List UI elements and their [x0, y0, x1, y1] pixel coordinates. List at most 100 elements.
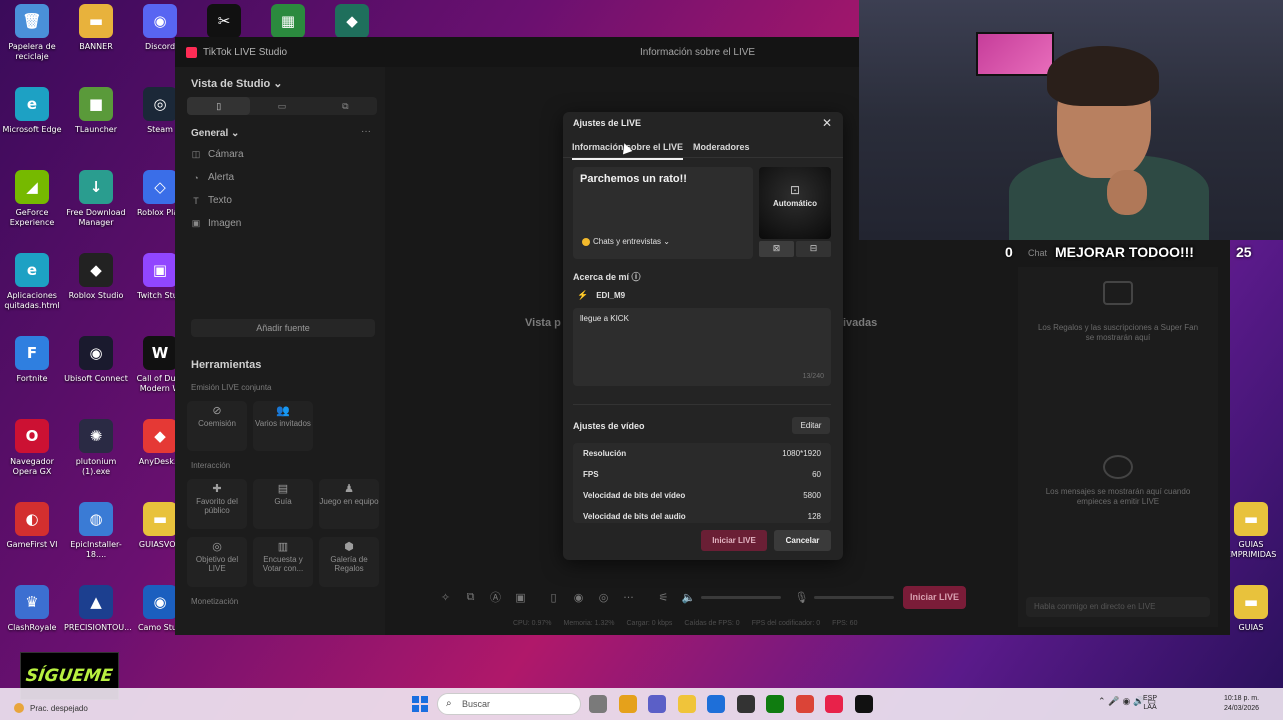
split-layout-icon[interactable]: ⧉	[314, 97, 377, 115]
weather-widget[interactable]: Prac. despejado	[14, 703, 88, 713]
studio-controls-bar: ✧ ⧉ Ⓐ ▣ ▯ ◉ ◎ ··· ⚟ 🔈 🎙	[433, 582, 973, 612]
desktop-icon-label: Free Download Manager	[66, 208, 126, 227]
desktop-icon[interactable]: ◆ Roblox Studio	[64, 253, 128, 301]
tool-tile[interactable]: 👥 Varios invitados	[253, 401, 313, 451]
modal-start-live-button[interactable]: Iniciar LIVE	[701, 530, 767, 551]
clock[interactable]: 10:18 p. m. 24/03/2026	[1224, 694, 1259, 714]
taskbar-app-icon[interactable]	[677, 695, 696, 713]
desktop-icon[interactable]: ↓ Free Download Manager	[64, 170, 128, 228]
ai-icon[interactable]: Ⓐ	[483, 589, 508, 605]
taskbar-app-icon[interactable]	[618, 695, 637, 713]
layout-toggle[interactable]: ▯ ▭ ⧉	[187, 97, 377, 115]
desktop-icon[interactable]: F Fortnite	[0, 336, 64, 384]
chat-bubble-icon	[1103, 455, 1133, 479]
portrait-layout-icon[interactable]: ▯	[187, 97, 251, 115]
taskbar-app-icon[interactable]	[648, 695, 666, 713]
desktop-icon-label: Fortnite	[16, 374, 48, 383]
effects-icon[interactable]: ⧉	[458, 590, 483, 604]
start-live-button[interactable]: Iniciar LIVE	[903, 586, 966, 609]
cover-image[interactable]: ⊡ Automático	[759, 167, 831, 239]
camera-settings-icon[interactable]: ◎	[591, 591, 616, 604]
app-icon: ◉	[79, 336, 113, 370]
desktop-icon[interactable]: 🗑 Papelera de reciclaje	[0, 4, 64, 62]
mixer-icon[interactable]: ⚟	[651, 591, 676, 604]
taskbar-app-icon[interactable]	[736, 695, 755, 713]
windows-start-icon[interactable]	[412, 696, 428, 712]
magic-icon[interactable]: ✧	[433, 591, 458, 604]
close-icon[interactable]: ✕	[819, 115, 835, 131]
desktop-icon[interactable]: ✺ plutonium (1).exe	[64, 419, 128, 477]
webcam-overlay	[859, 0, 1283, 240]
general-section-toggle[interactable]: General ⌄	[191, 128, 239, 139]
auto-cover-icon[interactable]: ⊠	[759, 241, 794, 257]
desktop-icon[interactable]: ▲ PRECISIONTOU...	[64, 585, 132, 633]
app-icon: O	[15, 419, 49, 453]
live-title-field[interactable]: Parchemos un rato!! Chats y entrevistas …	[573, 167, 753, 259]
desktop-icon-label: Papelera de reciclaje	[8, 42, 56, 61]
desktop-icon[interactable]: ♛ ClashRoyale	[0, 585, 64, 633]
desktop-icon[interactable]: ▬ BANNER	[64, 4, 128, 52]
desktop-icon[interactable]: ◢ GeForce Experience	[0, 170, 64, 228]
record-icon[interactable]: ◉	[566, 591, 591, 604]
taskbar-app-icon[interactable]	[589, 695, 607, 713]
tool-tile[interactable]: ⬢ Galería de Regalos	[319, 537, 379, 587]
screen-icon[interactable]: ▣	[508, 591, 533, 604]
taskbar-app-icon[interactable]	[766, 695, 784, 713]
category-dropdown[interactable]: Chats y entrevistas ⌄	[582, 237, 670, 246]
view-selector[interactable]: Vista de Studio ⌄	[191, 77, 283, 90]
cover-mode-buttons: ⊠ ⊟	[759, 241, 831, 257]
app-icon: ◆	[79, 253, 113, 287]
video-settings-label: Ajustes de vídeo	[573, 421, 645, 431]
chat-label: Chat	[1028, 248, 1048, 258]
taskbar-app-icon[interactable]	[707, 695, 725, 713]
bio-field[interactable]: llegue a KICK 13/240	[573, 308, 831, 386]
desktop-icon[interactable]: ■ TLauncher	[64, 87, 128, 135]
gifts-chat-panel: Los Regalos y las suscripciones a Super …	[1018, 267, 1218, 627]
preview-text-right: ivadas	[843, 317, 878, 329]
taskbar-search[interactable]: ⌕ Buscar	[437, 693, 581, 715]
cancel-button[interactable]: Cancelar	[774, 530, 831, 551]
section-divider	[573, 404, 831, 405]
taskbar-app-icon[interactable]	[854, 695, 873, 713]
kick-icon: ⚡	[577, 290, 589, 300]
desktop-icon[interactable]: e Microsoft Edge	[0, 87, 64, 135]
tools-title: Herramientas	[191, 359, 262, 371]
search-placeholder: Buscar	[462, 699, 491, 709]
add-source-button[interactable]: Añadir fuente	[191, 319, 375, 337]
microphone-icon[interactable]: 🎙	[789, 591, 814, 604]
phone-icon[interactable]: ▯	[541, 591, 566, 604]
app-icon: ✂	[207, 4, 241, 38]
tool-icon: ◎	[212, 541, 222, 553]
tool-tile[interactable]: ✚ Favorito del público	[187, 479, 247, 529]
desktop-icon[interactable]: O Navegador Opera GX	[0, 419, 64, 477]
source-item[interactable]: ▣ Imagen	[191, 218, 242, 229]
mic-slider[interactable]	[814, 595, 894, 599]
tool-tile[interactable]: ▤ Guía	[253, 479, 313, 529]
edit-video-settings-button[interactable]: Editar	[792, 417, 830, 434]
language-indicator[interactable]: ESP LAA	[1143, 694, 1157, 712]
live-settings-modal: Ajustes de LIVE ✕ Información sobre el L…	[563, 112, 843, 560]
desktop-icon[interactable]: ◍ EpicInstaller-18....	[64, 502, 128, 560]
chat-input[interactable]: Habla conmigo en directo en LIVE	[1026, 597, 1210, 617]
upload-cover-icon[interactable]: ⊟	[796, 241, 831, 257]
search-icon: ⌕	[446, 698, 452, 709]
tool-tile[interactable]: ⊘ Coemisión	[187, 401, 247, 451]
app-icon: ◉	[143, 4, 177, 38]
desktop-icon[interactable]: ◉ Ubisoft Connect	[64, 336, 128, 384]
tab-divider	[563, 157, 843, 158]
desktop-icon[interactable]: ◐ GameFirst VI	[0, 502, 64, 550]
volume-slider[interactable]	[701, 595, 781, 599]
tool-tile[interactable]: ♟ Juego en equipo	[319, 479, 379, 529]
source-item[interactable]: ◫ Cámara	[191, 149, 244, 160]
taskbar-app-icon[interactable]	[825, 695, 843, 713]
source-item[interactable]: ◔ Alerta	[191, 172, 234, 183]
volume-icon[interactable]: 🔈	[676, 591, 701, 604]
more-tools-icon[interactable]: ···	[616, 591, 641, 604]
taskbar-app-icon[interactable]	[795, 695, 814, 713]
tool-tile[interactable]: ▥ Encuesta y Votar con...	[253, 537, 313, 587]
tool-tile[interactable]: ◎ Objetivo del LIVE	[187, 537, 247, 587]
desktop-icon[interactable]: e Aplicaciones quitadas.html	[0, 253, 64, 311]
landscape-layout-icon[interactable]: ▭	[250, 97, 313, 115]
more-options-icon[interactable]: ···	[361, 126, 371, 137]
source-item[interactable]: T Texto	[191, 195, 232, 206]
